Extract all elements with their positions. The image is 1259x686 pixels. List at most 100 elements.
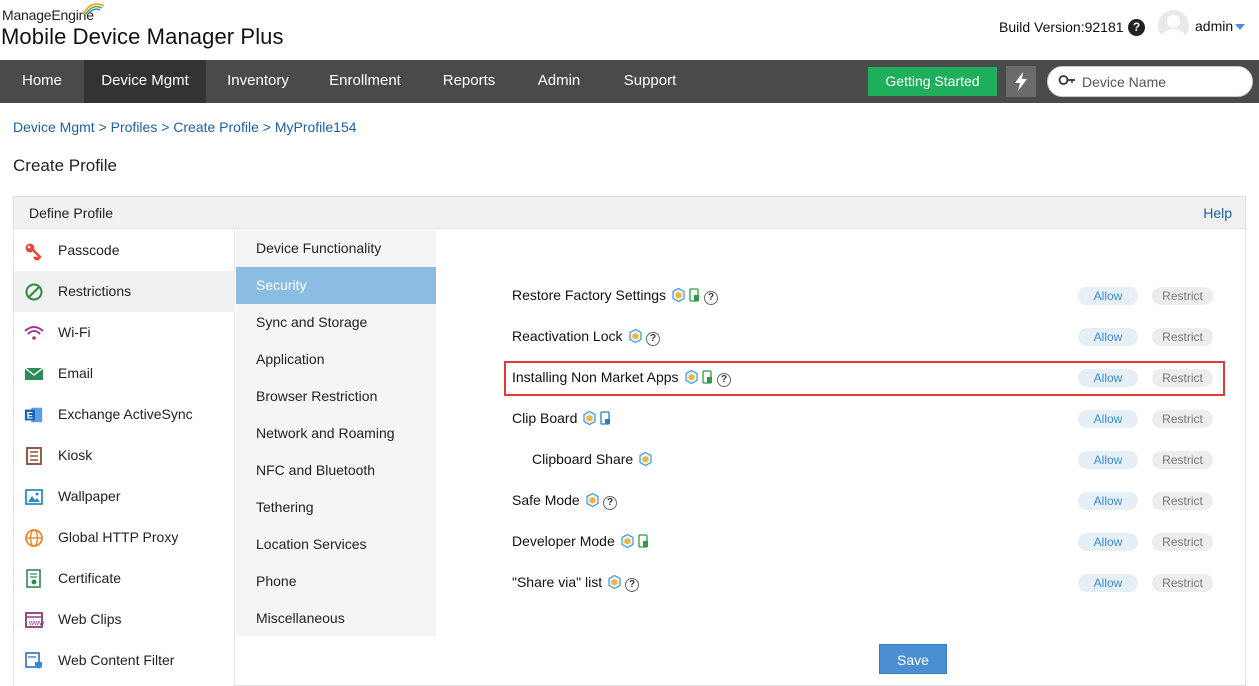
category-label: Security — [256, 277, 307, 293]
help-icon[interactable]: ? — [704, 290, 718, 305]
sidebar-item-label: Web Clips — [58, 611, 122, 627]
help-link[interactable]: Help — [1203, 205, 1232, 221]
samsung-icon — [621, 533, 634, 553]
category-label: NFC and Bluetooth — [256, 462, 376, 478]
sidebar-item-label: Global HTTP Proxy — [58, 529, 179, 545]
category-location-services[interactable]: Location Services — [236, 526, 436, 563]
category-label: Browser Restriction — [256, 388, 378, 404]
sidebar-item-label: Wallpaper — [58, 488, 121, 504]
breadcrumb[interactable]: Device Mgmt > Profiles > Create Profile … — [13, 119, 357, 135]
key-icon — [25, 243, 42, 261]
category-phone[interactable]: Phone — [236, 563, 436, 600]
category-application[interactable]: Application — [236, 341, 436, 378]
restrict-button[interactable]: Restrict — [1152, 492, 1213, 510]
sidebar-item-label: Wi-Fi — [58, 324, 91, 340]
allow-button[interactable]: Allow — [1078, 574, 1138, 592]
allow-button[interactable]: Allow — [1078, 287, 1138, 305]
category-browser-restriction[interactable]: Browser Restriction — [236, 378, 436, 415]
help-icon[interactable]: ? — [1128, 19, 1145, 36]
highlight-box — [504, 361, 1225, 396]
search-icon — [1058, 75, 1075, 85]
help-icon[interactable]: ? — [646, 331, 660, 346]
category-miscellaneous[interactable]: Miscellaneous — [236, 600, 436, 637]
restrict-button[interactable]: Restrict — [1152, 287, 1213, 305]
category-nfc-bluetooth[interactable]: NFC and Bluetooth — [236, 452, 436, 489]
search-input[interactable] — [1082, 72, 1242, 92]
wallpaper-icon — [25, 489, 43, 505]
category-sync-storage[interactable]: Sync and Storage — [236, 304, 436, 341]
platform-icons — [621, 533, 653, 553]
platform-icons: ? — [608, 574, 643, 592]
nav-device-mgmt[interactable]: Device Mgmt — [84, 60, 206, 103]
restriction-label: Developer Mode — [512, 533, 615, 549]
category-security[interactable]: Security — [236, 267, 436, 304]
category-label: Miscellaneous — [256, 610, 345, 626]
sidebar-item-web-content-filter[interactable]: Web Content Filter — [14, 640, 235, 681]
category-label: Application — [256, 351, 325, 367]
android-device-icon — [689, 288, 700, 307]
platform-icons: ? — [586, 492, 621, 510]
category-tethering[interactable]: Tethering — [236, 489, 436, 526]
avatar[interactable] — [1158, 10, 1189, 41]
exchange-icon: E — [24, 407, 43, 423]
user-name[interactable]: admin — [1195, 18, 1233, 34]
restriction-icon — [25, 283, 43, 301]
category-network-roaming[interactable]: Network and Roaming — [236, 415, 436, 452]
device-search[interactable] — [1047, 66, 1253, 97]
nav-reports[interactable]: Reports — [420, 60, 518, 103]
allow-button[interactable]: Allow — [1078, 451, 1138, 469]
allow-button[interactable]: Allow — [1078, 533, 1138, 551]
logo-swoosh-icon — [83, 3, 105, 15]
sidebar-item-label: Web Content Filter — [58, 652, 175, 668]
restriction-row: Clip Board Allow Restrict — [498, 407, 1213, 431]
sidebar-item-exchange[interactable]: E Exchange ActiveSync — [14, 394, 235, 435]
restrict-button[interactable]: Restrict — [1152, 533, 1213, 551]
product-name: Mobile Device Manager Plus — [1, 24, 284, 49]
sidebar-item-wallpaper[interactable]: Wallpaper — [14, 476, 235, 517]
device-lock-icon — [600, 411, 611, 430]
category-device-functionality[interactable]: Device Functionality — [236, 230, 436, 267]
nav-enrollment[interactable]: Enrollment — [310, 60, 420, 103]
allow-button[interactable]: Allow — [1078, 410, 1138, 428]
sidebar-item-label: Exchange ActiveSync — [58, 406, 193, 422]
sidebar-item-label: Restrictions — [58, 283, 132, 299]
restrict-button[interactable]: Restrict — [1152, 328, 1213, 346]
help-icon[interactable]: ? — [625, 577, 639, 592]
sidebar-item-email[interactable]: Email — [14, 353, 235, 394]
category-label: Location Services — [256, 536, 367, 552]
sidebar-item-global-http-proxy[interactable]: Global HTTP Proxy — [14, 517, 235, 558]
restrict-button[interactable]: Restrict — [1152, 410, 1213, 428]
category-label: Tethering — [256, 499, 314, 515]
build-version: Build Version:92181 — [999, 19, 1124, 35]
nav-support[interactable]: Support — [600, 60, 700, 103]
sidebar-item-certificate[interactable]: Certificate — [14, 558, 235, 599]
help-icon[interactable]: ? — [603, 495, 617, 510]
sidebar-item-kiosk[interactable]: Kiosk — [14, 435, 235, 476]
restriction-label: "Share via" list — [512, 574, 603, 590]
allow-button[interactable]: Allow — [1078, 328, 1138, 346]
allow-button[interactable]: Allow — [1078, 492, 1138, 510]
sidebar-item-web-clips[interactable]: www Web Clips — [14, 599, 235, 640]
sidebar-item-label: Certificate — [58, 570, 122, 586]
chevron-down-icon[interactable] — [1235, 24, 1245, 30]
svg-text:www: www — [28, 620, 44, 627]
getting-started-button[interactable]: Getting Started — [868, 67, 997, 96]
restrict-button[interactable]: Restrict — [1152, 451, 1213, 469]
web-filter-icon — [25, 652, 42, 669]
sidebar-item-restrictions[interactable]: Restrictions — [14, 271, 235, 312]
platform-icons — [583, 410, 615, 430]
restriction-label: Safe Mode — [512, 492, 580, 508]
quick-actions-button[interactable] — [1006, 66, 1036, 97]
restrict-button[interactable]: Restrict — [1152, 574, 1213, 592]
restriction-row: Restore Factory Settings? Allow Restrict — [498, 284, 1213, 308]
sidebar-item-passcode[interactable]: Passcode — [14, 230, 235, 271]
restriction-categories: Device Functionality Security Sync and S… — [236, 230, 436, 636]
nav-home[interactable]: Home — [0, 60, 84, 103]
nav-inventory[interactable]: Inventory — [206, 60, 310, 103]
save-button[interactable]: Save — [879, 644, 947, 674]
restriction-row: Developer Mode Allow Restrict — [498, 530, 1213, 554]
brand-logo[interactable]: ManageEngine — [2, 3, 105, 23]
sidebar-item-wifi[interactable]: Wi-Fi — [14, 312, 235, 353]
restriction-row: "Share via" list? Allow Restrict — [498, 571, 1213, 595]
nav-admin[interactable]: Admin — [518, 60, 600, 103]
